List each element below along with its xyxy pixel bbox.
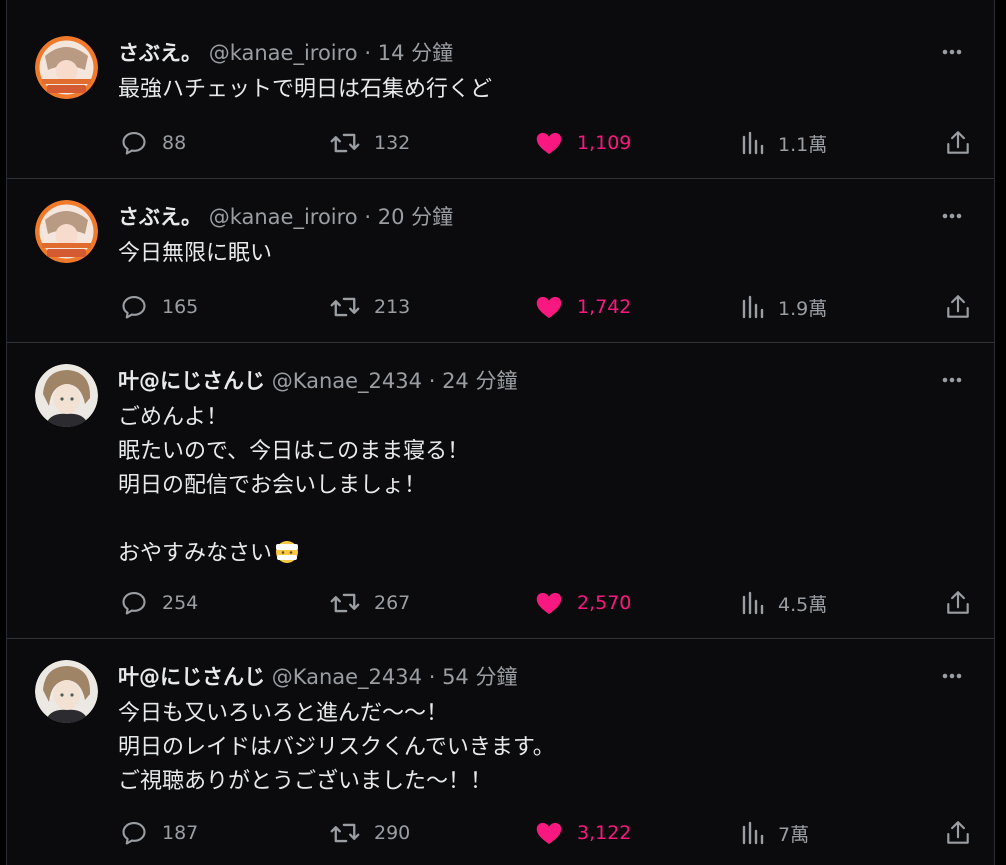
- views-icon: [742, 591, 764, 615]
- reply-button[interactable]: 165: [120, 292, 198, 322]
- like-count: 1,109: [577, 132, 632, 154]
- user-handle[interactable]: @Kanae_2434: [272, 665, 422, 689]
- views-count: 1.1萬: [778, 133, 828, 156]
- tweet[interactable]: 叶@にじさんじ @Kanae_2434 · 54 分鐘 今日も又いろいろと進んだ…: [7, 639, 994, 865]
- heart-icon: [536, 822, 562, 845]
- like-count: 2,570: [577, 592, 632, 614]
- retweet-icon: [330, 297, 360, 317]
- views-button[interactable]: 4.5萬: [740, 588, 827, 618]
- tweet-text: 今日無限に眠い: [118, 241, 273, 266]
- share-button[interactable]: [945, 818, 971, 848]
- share-button[interactable]: [945, 128, 971, 158]
- reply-icon: [122, 296, 146, 319]
- retweet-button[interactable]: 213: [330, 292, 410, 322]
- more-icon: [942, 213, 962, 219]
- share-button[interactable]: [945, 292, 971, 322]
- tweet[interactable]: さぶえ。 @kanae_iroiro · 14 分鐘 最強ハチェットで明日は石集…: [7, 0, 994, 179]
- views-count: 4.5萬: [778, 593, 828, 616]
- separator-dot: ·: [364, 41, 372, 65]
- timeline-feed: さぶえ。 @kanae_iroiro · 14 分鐘 最強ハチェットで明日は石集…: [6, 0, 995, 865]
- reply-icon: [122, 592, 146, 615]
- reply-button[interactable]: 88: [120, 128, 186, 158]
- tweet[interactable]: 叶@にじさんじ @Kanae_2434 · 24 分鐘 ごめんよ！ 眠たいので、…: [7, 343, 994, 639]
- reply-icon: [122, 822, 146, 845]
- like-button[interactable]: 1,109: [535, 128, 631, 158]
- share-icon: [947, 131, 969, 154]
- more-options-button[interactable]: [937, 666, 967, 686]
- avatar[interactable]: [35, 200, 98, 263]
- tweet-text: 最強ハチェットで明日は石集め行くど: [118, 77, 493, 102]
- views-count: 1.9萬: [778, 297, 828, 320]
- like-button[interactable]: 1,742: [535, 292, 631, 322]
- retweet-count: 267: [374, 592, 411, 614]
- views-icon: [742, 131, 764, 155]
- timestamp[interactable]: 14 分鐘: [378, 41, 453, 65]
- retweet-count: 213: [374, 296, 411, 318]
- display-name[interactable]: さぶえ。: [118, 41, 202, 65]
- retweet-icon: [330, 823, 360, 843]
- display-name[interactable]: さぶえ。: [118, 205, 202, 229]
- separator-dot: ·: [364, 205, 372, 229]
- display-name[interactable]: 叶@にじさんじ: [118, 369, 265, 393]
- face-with-bandage-emoji: [274, 538, 300, 564]
- tweet-header: 叶@にじさんじ @Kanae_2434 · 54 分鐘: [118, 664, 517, 690]
- views-icon: [742, 821, 764, 845]
- more-icon: [942, 49, 962, 55]
- retweet-icon: [330, 593, 360, 613]
- reply-count: 165: [162, 296, 199, 318]
- retweet-count: 290: [374, 822, 411, 844]
- timestamp[interactable]: 24 分鐘: [442, 369, 517, 393]
- timestamp[interactable]: 20 分鐘: [378, 205, 453, 229]
- share-icon: [947, 295, 969, 318]
- retweet-button[interactable]: 290: [330, 818, 410, 848]
- more-options-button[interactable]: [937, 370, 967, 390]
- more-icon: [942, 377, 962, 383]
- retweet-button[interactable]: 132: [330, 128, 410, 158]
- display-name[interactable]: 叶@にじさんじ: [118, 665, 265, 689]
- views-button[interactable]: 7萬: [740, 818, 809, 848]
- tweet-header: 叶@にじさんじ @Kanae_2434 · 24 分鐘: [118, 368, 517, 394]
- tweet-header: さぶえ。 @kanae_iroiro · 14 分鐘: [118, 40, 453, 66]
- views-button[interactable]: 1.9萬: [740, 292, 827, 322]
- heart-icon: [536, 592, 562, 615]
- views-count: 7萬: [778, 823, 810, 846]
- separator-dot: ·: [428, 369, 436, 393]
- more-options-button[interactable]: [937, 42, 967, 62]
- views-button[interactable]: 1.1萬: [740, 128, 827, 158]
- reply-count: 254: [162, 592, 199, 614]
- tweet-text: ごめんよ！ 眠たいので、今日はこのまま寝る！ 明日の配信でお会いしましょ！ おや…: [118, 401, 938, 571]
- user-handle[interactable]: @kanae_iroiro: [209, 205, 358, 229]
- share-icon: [947, 591, 969, 614]
- avatar[interactable]: [35, 660, 98, 723]
- views-icon: [742, 295, 764, 319]
- more-icon: [942, 673, 962, 679]
- tweet-header: さぶえ。 @kanae_iroiro · 20 分鐘: [118, 204, 453, 230]
- reply-button[interactable]: 254: [120, 588, 198, 618]
- share-button[interactable]: [945, 588, 971, 618]
- retweet-count: 132: [374, 132, 411, 154]
- user-handle[interactable]: @kanae_iroiro: [209, 41, 358, 65]
- like-count: 1,742: [577, 296, 632, 318]
- reply-icon: [122, 132, 146, 155]
- timestamp[interactable]: 54 分鐘: [442, 665, 517, 689]
- like-count: 3,122: [577, 822, 632, 844]
- reply-count: 187: [162, 822, 199, 844]
- reply-count: 88: [162, 132, 187, 154]
- reply-button[interactable]: 187: [120, 818, 198, 848]
- retweet-button[interactable]: 267: [330, 588, 410, 618]
- like-button[interactable]: 2,570: [535, 588, 631, 618]
- user-handle[interactable]: @Kanae_2434: [272, 369, 422, 393]
- avatar[interactable]: [35, 364, 98, 427]
- retweet-icon: [330, 133, 360, 153]
- avatar[interactable]: [35, 36, 98, 99]
- heart-icon: [536, 296, 562, 319]
- like-button[interactable]: 3,122: [535, 818, 631, 848]
- tweet[interactable]: さぶえ。 @kanae_iroiro · 20 分鐘 今日無限に眠い 165 2…: [7, 179, 994, 343]
- more-options-button[interactable]: [937, 206, 967, 226]
- share-icon: [947, 821, 969, 844]
- separator-dot: ·: [428, 665, 436, 689]
- tweet-text: 今日も又いろいろと進んだ〜〜！ 明日のレイドはバジリスクくんでいきます。 ご視聴…: [118, 701, 555, 794]
- heart-icon: [536, 132, 562, 155]
